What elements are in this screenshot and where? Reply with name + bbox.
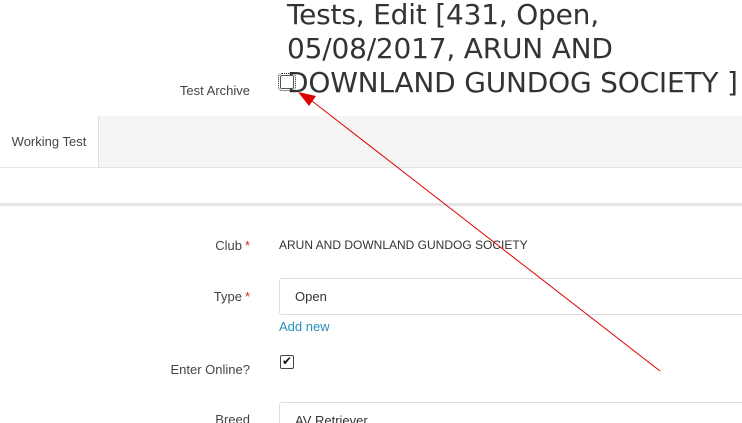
type-label: Type * xyxy=(150,289,250,304)
test-archive-label: Test Archive xyxy=(179,83,250,98)
type-required-mark: * xyxy=(244,289,250,304)
type-select[interactable]: Open xyxy=(279,278,742,315)
club-required-mark: * xyxy=(244,238,250,253)
breed-select[interactable]: AV Retriever xyxy=(279,402,742,423)
tab-bar: Working Test xyxy=(0,116,742,168)
checkmark-icon: ✔ xyxy=(281,354,293,368)
breed-label: Breed xyxy=(215,412,250,423)
club-label: Club * xyxy=(150,238,250,253)
club-label-text: Club xyxy=(215,238,242,253)
club-value: ARUN AND DOWNLAND GUNDOG SOCIETY xyxy=(279,238,528,252)
tab-working-test[interactable]: Working Test xyxy=(0,116,99,167)
enter-online-label: Enter Online? xyxy=(170,362,251,377)
page-title: Tests, Edit [431, Open, 05/08/2017, ARUN… xyxy=(287,0,738,99)
section-divider xyxy=(0,203,742,206)
add-new-type-link[interactable]: Add new xyxy=(279,319,330,334)
enter-online-checkbox[interactable]: ✔ xyxy=(280,355,294,369)
test-archive-checkbox[interactable] xyxy=(278,73,296,91)
type-label-text: Type xyxy=(213,289,242,304)
